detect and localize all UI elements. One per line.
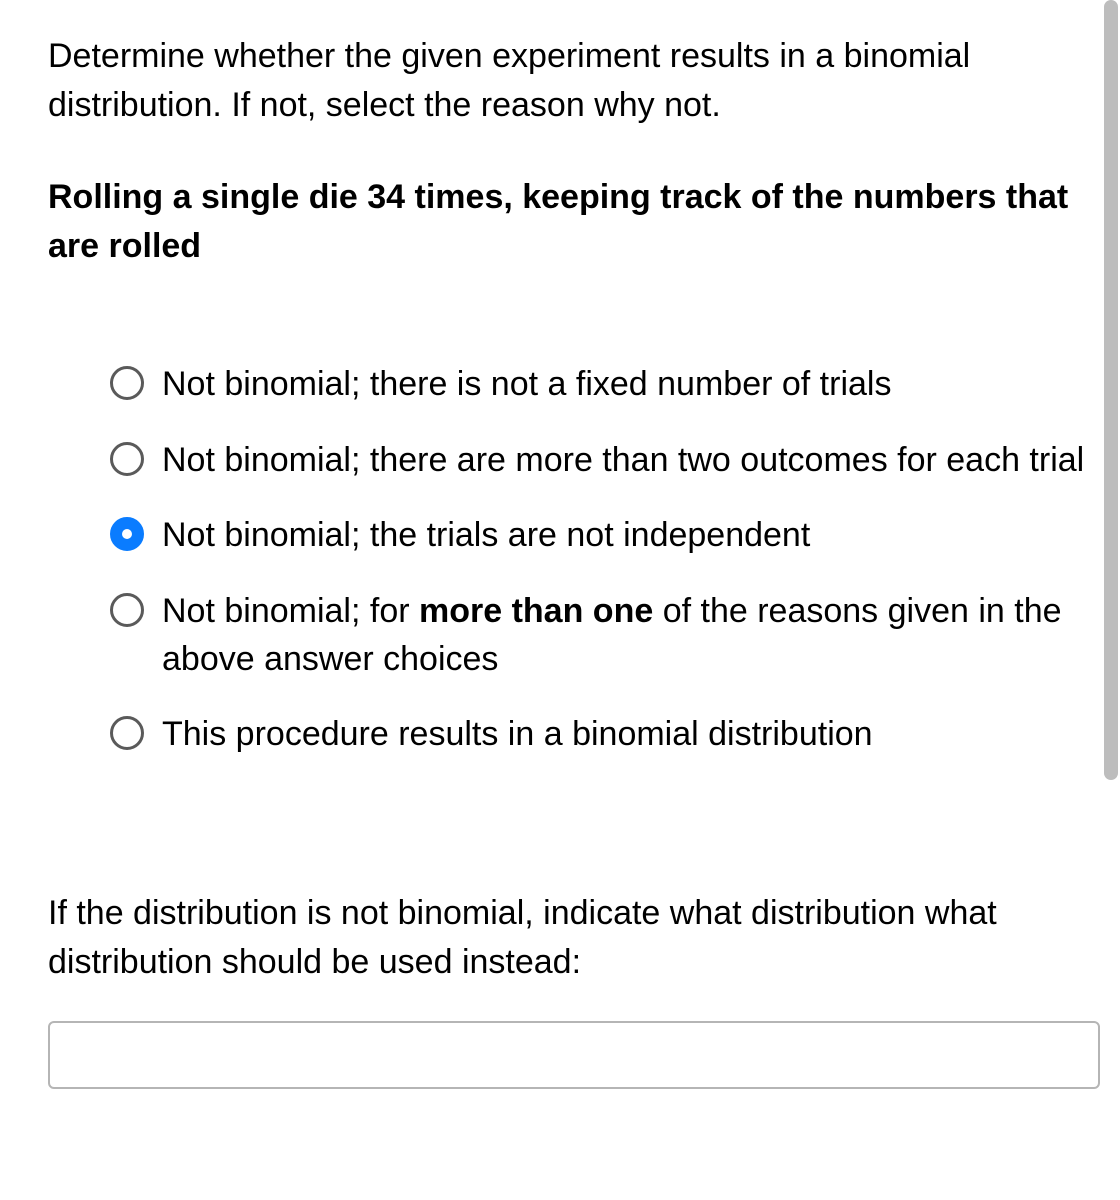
option-3[interactable]: Not binomial; the trials are not indepen… bbox=[110, 512, 1100, 560]
followup-prompt: If the distribution is not binomial, ind… bbox=[48, 889, 1100, 988]
option-label: Not binomial; there is not a fixed numbe… bbox=[162, 361, 891, 409]
distribution-input[interactable] bbox=[48, 1021, 1100, 1089]
question-scenario: Rolling a single die 34 times, keeping t… bbox=[48, 173, 1100, 272]
radio-icon[interactable] bbox=[110, 593, 144, 627]
radio-icon-selected[interactable] bbox=[110, 517, 144, 551]
option-label: Not binomial; the trials are not indepen… bbox=[162, 512, 810, 560]
option-text-pre: Not binomial; for bbox=[162, 592, 419, 630]
radio-icon[interactable] bbox=[110, 442, 144, 476]
option-label: Not binomial; there are more than two ou… bbox=[162, 437, 1084, 485]
option-2[interactable]: Not binomial; there are more than two ou… bbox=[110, 437, 1100, 485]
option-1[interactable]: Not binomial; there is not a fixed numbe… bbox=[110, 361, 1100, 409]
radio-icon[interactable] bbox=[110, 716, 144, 750]
option-label: This procedure results in a binomial dis… bbox=[162, 711, 873, 759]
radio-icon[interactable] bbox=[110, 366, 144, 400]
option-5[interactable]: This procedure results in a binomial dis… bbox=[110, 711, 1100, 759]
option-text-bold: more than one bbox=[419, 592, 653, 630]
option-4[interactable]: Not binomial; for more than one of the r… bbox=[110, 588, 1100, 683]
scrollbar-track[interactable] bbox=[1104, 0, 1118, 1200]
options-group: Not binomial; there is not a fixed numbe… bbox=[48, 361, 1100, 759]
question-intro: Determine whether the given experiment r… bbox=[48, 32, 1100, 131]
option-label: Not binomial; for more than one of the r… bbox=[162, 588, 1100, 683]
scrollbar-thumb[interactable] bbox=[1104, 0, 1118, 780]
